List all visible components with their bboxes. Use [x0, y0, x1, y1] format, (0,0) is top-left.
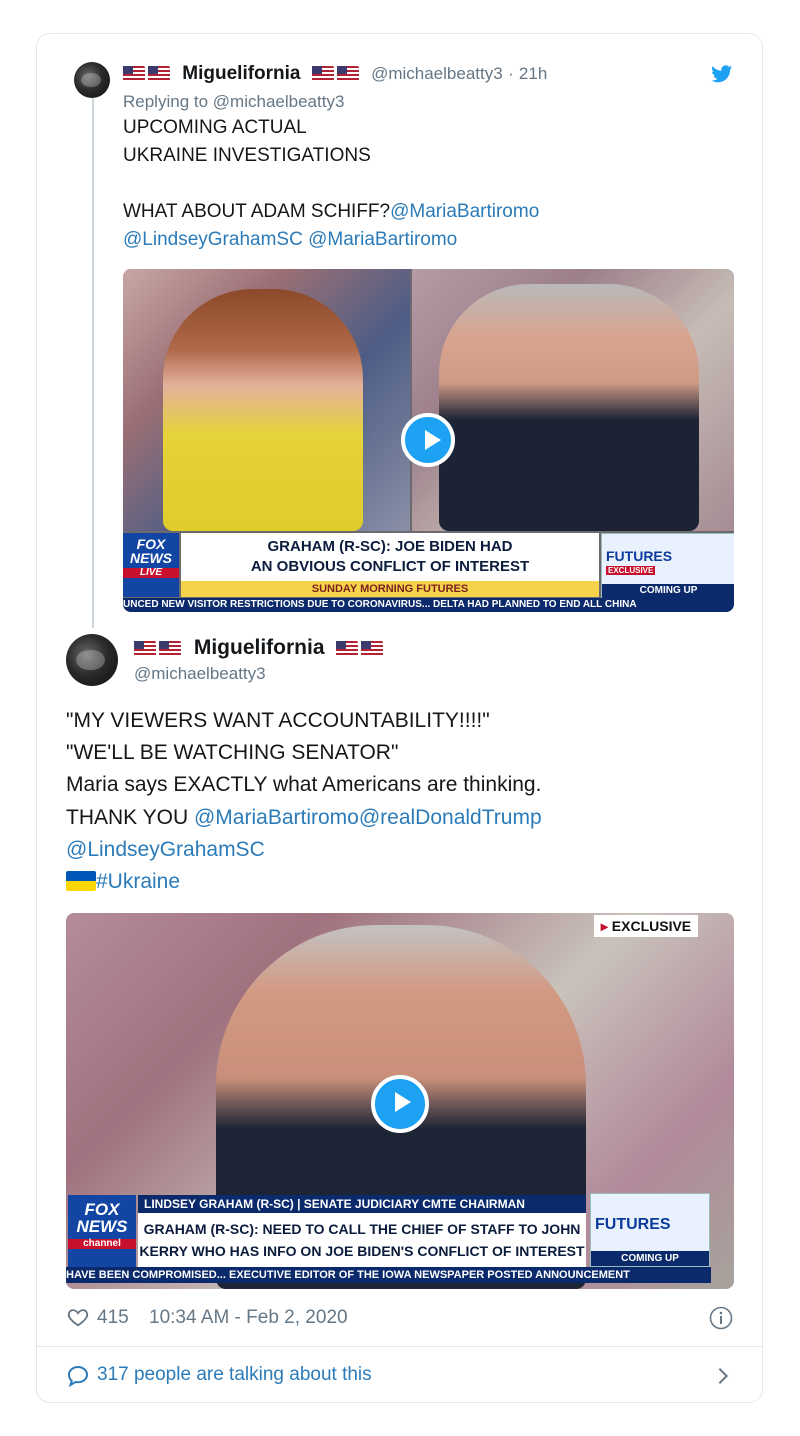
banner-line-1: GRAHAM (R-SC): NEED TO CALL THE CHIEF OF… [143, 1221, 581, 1237]
show-name: SUNDAY MORNING FUTURES [181, 581, 599, 597]
avatar[interactable] [66, 634, 118, 686]
flag-usa-icon [148, 66, 170, 82]
play-icon[interactable] [371, 1075, 429, 1133]
mention-link[interactable]: @LindseyGrahamSC [123, 229, 303, 250]
reply-header: Miguelifornia @michaelbeatty3 · 21h [123, 63, 547, 87]
host-figure [163, 289, 363, 531]
exclusive-badge: ▸ EXCLUSIVE [594, 915, 698, 937]
handle[interactable]: @michaelbeatty3 [371, 64, 503, 83]
reply-text-line-3: WHAT ABOUT ADAM SCHIFF?@MariaBartiromo [123, 201, 539, 223]
banner-line-1: GRAHAM (R-SC): JOE BIDEN HAD [267, 538, 513, 555]
tweet-text-line-4: THANK YOU @MariaBartiromo@realDonaldTrum… [66, 806, 542, 830]
main-video[interactable]: ▸ EXCLUSIVE FOX NEWS channel LINDSEY GRA… [66, 913, 734, 1289]
futures-box: FUTURES EXCLUSIVE COMING UP [601, 533, 734, 599]
logo-line-2: NEWS [76, 1217, 128, 1236]
reply-video[interactable]: FOX NEWS LIVE GRAHAM (R-SC): JOE BIDEN H… [123, 269, 734, 612]
flag-usa-icon [159, 640, 181, 656]
video-banner: GRAHAM (R-SC): NEED TO CALL THE CHIEF OF… [138, 1213, 586, 1267]
guest-figure [439, 284, 699, 531]
display-name[interactable]: Miguelifornia [194, 636, 325, 659]
reply-text-line-1: UPCOMING ACTUAL [123, 117, 307, 138]
reply-text-line-4: @LindseyGrahamSC @MariaBartiromo [123, 229, 457, 251]
handle[interactable]: @michaelbeatty3 [134, 664, 266, 684]
flag-usa-icon [336, 640, 359, 656]
fox-news-logo: FOX NEWS channel [68, 1195, 136, 1267]
display-name[interactable]: Miguelifornia [182, 63, 300, 84]
timestamp[interactable]: 21h [519, 64, 547, 83]
conversation-link[interactable]: 317 people are talking about this [97, 1364, 372, 1386]
mention-link[interactable]: @realDonaldTrump [359, 806, 542, 829]
news-ticker: UNCED NEW VISITOR RESTRICTIONS DUE TO CO… [123, 598, 734, 612]
futures-box: FUTURES COMING UP [590, 1193, 710, 1267]
flag-usa-icon [336, 66, 359, 82]
futures-label: FUTURES [595, 1216, 671, 1233]
logo-line-3: channel [68, 1239, 136, 1249]
twitter-bird-icon[interactable] [709, 63, 734, 85]
coming-up-label: COMING UP [602, 584, 734, 598]
play-icon[interactable] [401, 413, 455, 467]
hashtag-link[interactable]: #Ukraine [96, 870, 180, 893]
mention-link[interactable]: @MariaBartiromo [194, 806, 359, 829]
fox-news-logo: FOX NEWS LIVE [123, 533, 179, 597]
flag-usa-icon [361, 640, 384, 656]
info-icon[interactable] [709, 1306, 733, 1330]
tweet-timestamp[interactable]: 10:34 AM - Feb 2, 2020 [149, 1307, 348, 1329]
comment-bubble-icon[interactable] [66, 1364, 90, 1388]
flag-usa-icon [123, 66, 145, 82]
separator-dot: · [507, 64, 514, 83]
flag-usa-icon [311, 66, 334, 82]
tweet-text-line-3: Maria says EXACTLY what Americans are th… [66, 773, 542, 796]
flag-usa-icon [134, 640, 156, 656]
video-banner: GRAHAM (R-SC): JOE BIDEN HAD AN OBVIOUS … [181, 533, 599, 581]
coming-up-label: COMING UP [591, 1251, 709, 1266]
mention-link[interactable]: @MariaBartiromo [308, 229, 457, 250]
like-count[interactable]: 415 [97, 1307, 129, 1329]
replying-to: Replying to @michaelbeatty3 [123, 92, 344, 112]
reply-question: WHAT ABOUT ADAM SCHIFF? [123, 201, 391, 222]
futures-label: FUTURES [606, 548, 673, 564]
logo-line-2: NEWS [130, 550, 172, 566]
hashtag-line: #Ukraine [66, 870, 180, 894]
replying-to-handle[interactable]: @michaelbeatty3 [213, 92, 345, 111]
play-marker-icon: ▸ [600, 918, 608, 934]
logo-line-3: LIVE [123, 568, 179, 578]
heart-icon[interactable] [66, 1306, 90, 1328]
reply-text-line-2: UKRAINE INVESTIGATIONS [123, 145, 371, 166]
mention-link[interactable]: @MariaBartiromo [390, 201, 539, 222]
logo-line-1: FOX [136, 536, 166, 552]
chevron-right-icon[interactable] [712, 1364, 734, 1388]
thank-you-text: THANK YOU [66, 806, 189, 829]
replying-to-label: Replying to [123, 92, 209, 111]
banner-line-2: KERRY WHO HAS INFO ON JOE BIDEN'S CONFLI… [139, 1243, 585, 1259]
thread-line [92, 98, 94, 628]
tweet-text-line-2: "WE'LL BE WATCHING SENATOR" [66, 741, 399, 764]
tweet-text-line-1: "MY VIEWERS WANT ACCOUNTABILITY!!!!" [66, 709, 490, 732]
exclusive-label: EXCLUSIVE [611, 918, 692, 934]
divider [37, 1346, 762, 1347]
mention-link[interactable]: @LindseyGrahamSC [66, 838, 265, 862]
exclusive-label: EXCLUSIVE [606, 566, 656, 575]
flag-ukraine-icon [66, 871, 96, 891]
banner-line-2: AN OBVIOUS CONFLICT OF INTEREST [250, 558, 530, 575]
lower-third-name: LINDSEY GRAHAM (R-SC) | SENATE JUDICIARY… [138, 1195, 586, 1213]
main-header: Miguelifornia [134, 636, 386, 660]
logo-line-1: FOX [84, 1200, 120, 1219]
news-ticker: HAVE BEEN COMPROMISED... EXECUTIVE EDITO… [66, 1267, 711, 1283]
avatar[interactable] [74, 62, 110, 98]
